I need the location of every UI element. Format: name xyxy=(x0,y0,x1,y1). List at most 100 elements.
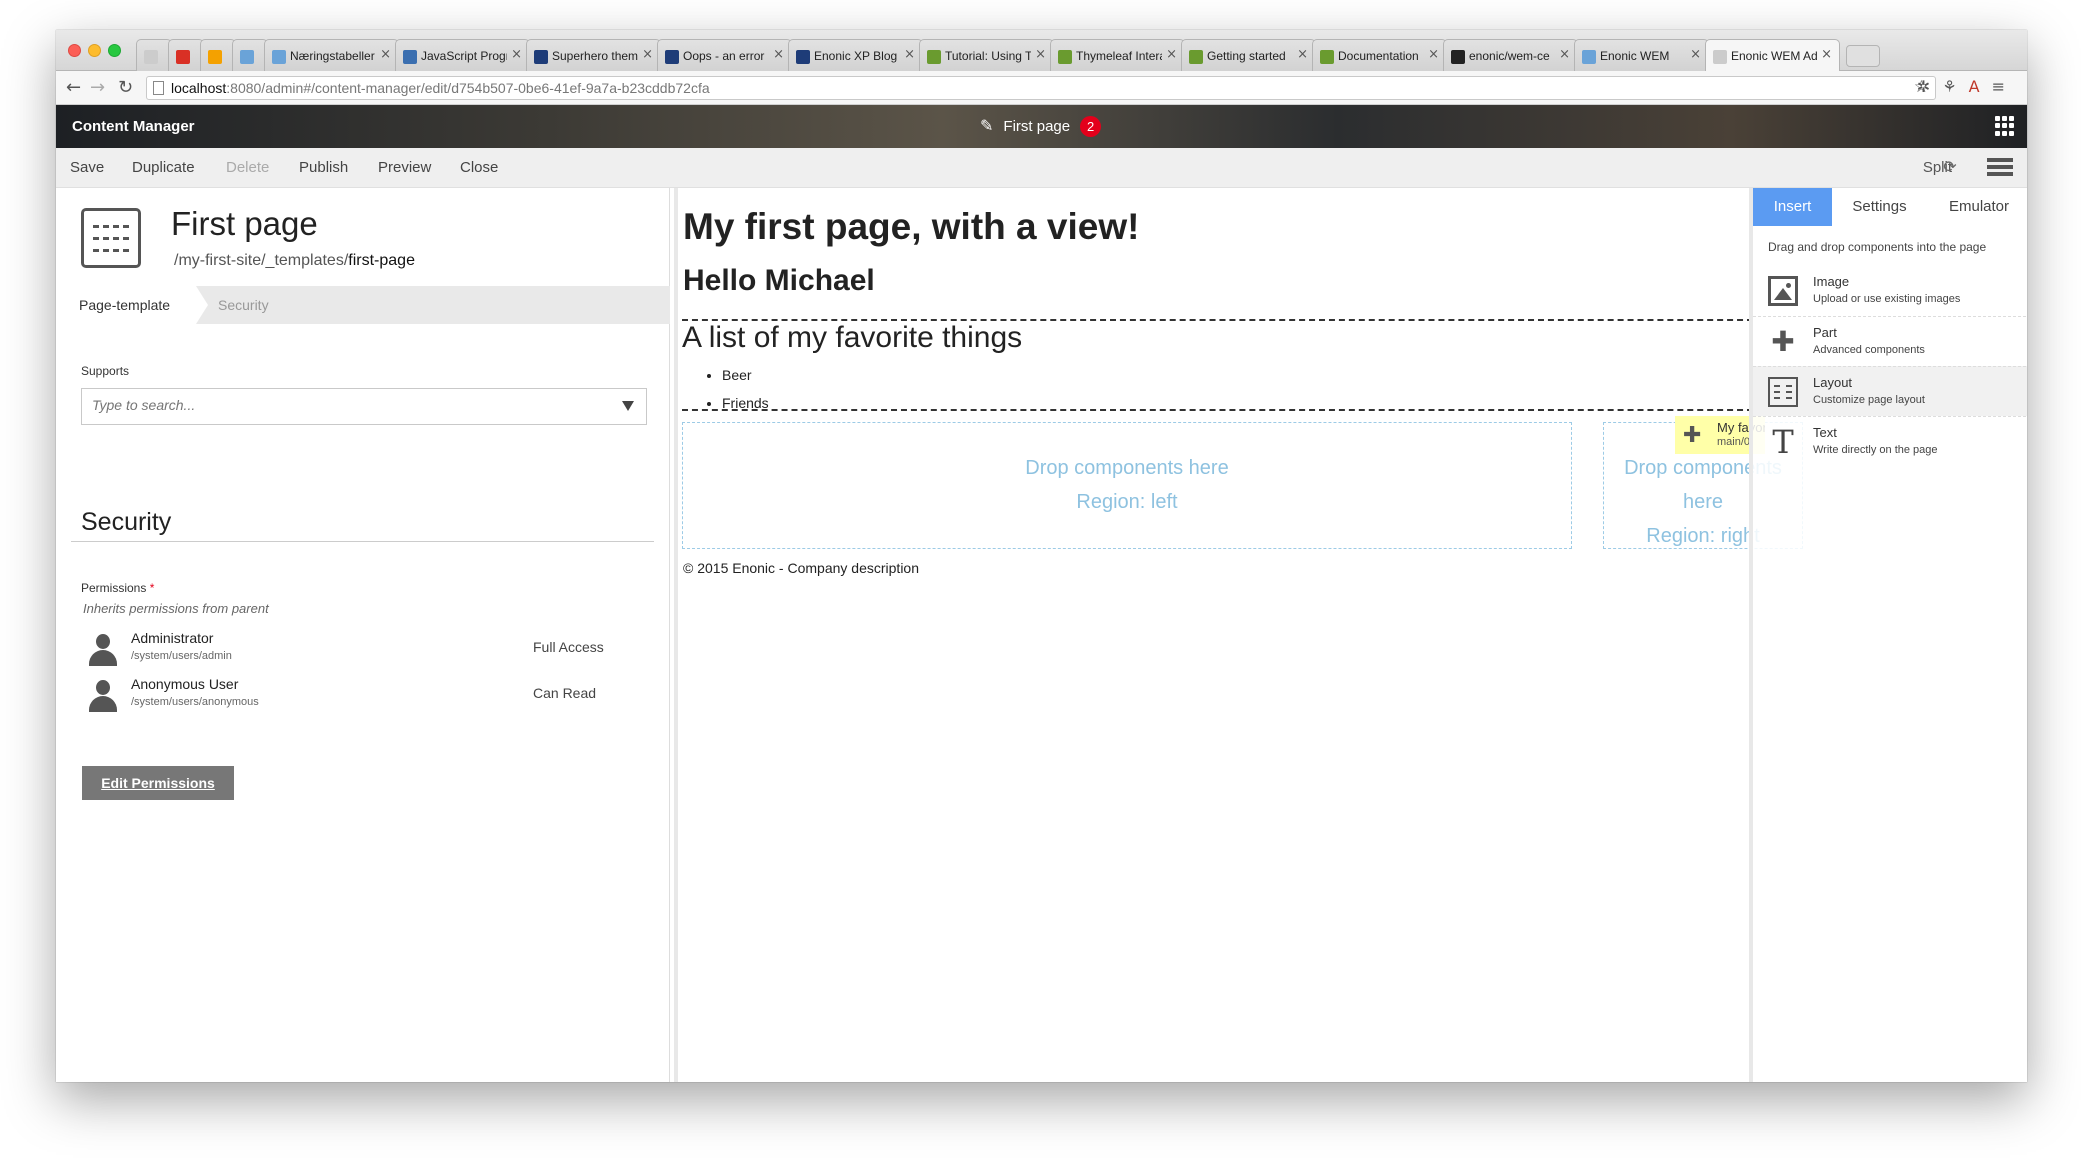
url-input[interactable]: localhost:8080/admin#/content-manager/ed… xyxy=(146,76,1936,100)
editing-title: First page xyxy=(1003,118,1071,135)
minimize-window-button[interactable] xyxy=(88,44,101,57)
tab-page-template[interactable]: Page-template xyxy=(56,286,208,324)
edit-permissions-button[interactable]: Edit Permissions xyxy=(82,766,234,800)
content-path: /my-first-site/_templates/first-page xyxy=(174,252,415,269)
refresh-icon[interactable]: ⟳ xyxy=(1940,157,1960,176)
tab-emulator[interactable]: Emulator xyxy=(1927,188,2027,226)
browser-tab[interactable]: Enonic XP Blog × xyxy=(788,39,923,71)
favicon-icon xyxy=(144,50,158,64)
app-name[interactable]: Content Manager xyxy=(72,118,195,135)
menu-icon[interactable] xyxy=(1987,158,2013,178)
supports-search-input[interactable] xyxy=(92,397,572,413)
browser-tab[interactable]: Superhero theme × xyxy=(526,39,661,71)
component-description: Customize page layout xyxy=(1813,394,1925,406)
list-item: Beer xyxy=(722,367,769,383)
pencil-icon: ✎ xyxy=(980,118,994,135)
insert-panel: Insert Settings Emulator Drag and drop c… xyxy=(1749,188,2027,1082)
new-tab-button[interactable] xyxy=(1846,45,1880,67)
browser-tab[interactable] xyxy=(232,39,268,71)
content-title[interactable]: First page xyxy=(171,205,318,243)
favicon-icon xyxy=(927,50,941,64)
component-image[interactable]: Image Upload or use existing images xyxy=(1753,266,2027,316)
favicon-icon xyxy=(1189,50,1203,64)
favorites-part[interactable]: A list of my favorite things Beer Friend… xyxy=(682,319,1753,411)
close-tab-icon[interactable]: × xyxy=(511,47,522,62)
footer-text: © 2015 Enonic - Company description xyxy=(683,560,919,576)
browser-tab[interactable]: Documentation × xyxy=(1312,39,1447,71)
close-tab-icon[interactable]: × xyxy=(1428,47,1439,62)
notification-badge[interactable]: 2 xyxy=(1080,116,1102,137)
browser-tab[interactable] xyxy=(200,39,236,71)
browser-tab-label: Getting started xyxy=(1207,49,1286,63)
browser-tab[interactable]: Oops - an error × xyxy=(657,39,792,71)
favicon-icon xyxy=(1582,50,1596,64)
extension-icons[interactable]: ✲⚘A≡ xyxy=(1917,77,2017,96)
close-tab-icon[interactable]: × xyxy=(1035,47,1046,62)
close-button[interactable]: Close xyxy=(460,159,498,176)
browser-tab[interactable]: Getting started × xyxy=(1181,39,1316,71)
image-icon xyxy=(1768,276,1798,306)
browser-tab[interactable]: JavaScript Progr × xyxy=(395,39,530,71)
access-level: Full Access xyxy=(533,639,604,655)
publish-button[interactable]: Publish xyxy=(299,159,348,176)
component-part[interactable]: ✚ Part Advanced components xyxy=(1753,316,2027,366)
security-section-title: Security xyxy=(81,508,172,536)
close-tab-icon[interactable]: × xyxy=(1821,47,1832,62)
browser-tab[interactable]: Tutorial: Using T × xyxy=(919,39,1054,71)
tab-security[interactable]: Security xyxy=(218,286,269,324)
browser-tab-label: Tutorial: Using T xyxy=(945,49,1031,63)
app-launcher-icon[interactable] xyxy=(1995,116,2015,136)
browser-tab[interactable] xyxy=(136,39,172,71)
favicon-icon xyxy=(1320,50,1334,64)
save-button[interactable]: Save xyxy=(70,159,104,176)
favicon-icon xyxy=(1058,50,1072,64)
supports-combobox[interactable] xyxy=(81,388,647,425)
favicon-icon xyxy=(796,50,810,64)
browser-tab[interactable]: enonic/wem-ce × xyxy=(1443,39,1578,71)
region-left-dropzone[interactable]: Drop components here Region: left xyxy=(682,422,1572,549)
component-description: Write directly on the page xyxy=(1813,444,1938,456)
duplicate-button[interactable]: Duplicate xyxy=(132,159,195,176)
delete-button[interactable]: Delete xyxy=(226,159,269,176)
component-name: Part xyxy=(1813,325,1837,340)
region-name: Region: left xyxy=(1076,491,1178,513)
form-tabs: Page-template Security xyxy=(56,286,670,324)
browser-tab-label: Documentation xyxy=(1338,49,1419,63)
browser-tab[interactable]: Næringstabeller × xyxy=(264,39,399,71)
favorites-title: A list of my favorite things xyxy=(682,321,1023,354)
back-arrow-icon[interactable]: ← xyxy=(66,77,81,98)
favicon-icon xyxy=(403,50,417,64)
close-tab-icon[interactable]: × xyxy=(1559,47,1570,62)
editing-indicator: ✎ First page 2 xyxy=(980,116,1102,137)
tab-insert[interactable]: Insert xyxy=(1753,188,1832,226)
component-text[interactable]: T Text Write directly on the page xyxy=(1753,416,2027,466)
preview-button[interactable]: Preview xyxy=(378,159,431,176)
preview-greeting[interactable]: Hello Michael xyxy=(683,264,875,298)
close-tab-icon[interactable]: × xyxy=(1690,47,1701,62)
close-tab-icon[interactable]: × xyxy=(1297,47,1308,62)
browser-tab[interactable] xyxy=(168,39,204,71)
browser-tab[interactable]: Enonic WEM × xyxy=(1574,39,1709,71)
maximize-window-button[interactable] xyxy=(108,44,121,57)
close-tab-icon[interactable]: × xyxy=(904,47,915,62)
principal-path: /system/users/anonymous xyxy=(131,696,259,708)
browser-tab-label: Enonic XP Blog xyxy=(814,49,898,63)
close-tab-icon[interactable]: × xyxy=(773,47,784,62)
preview-heading[interactable]: My first page, with a view! xyxy=(683,206,1139,248)
reload-icon[interactable]: ↻ xyxy=(118,77,133,98)
browser-tab[interactable]: Enonic WEM Adr × xyxy=(1705,39,1840,71)
component-layout[interactable]: Layout Customize page layout xyxy=(1753,366,2027,416)
browser-tab-label: Thymeleaf Intera xyxy=(1076,49,1162,63)
close-window-button[interactable] xyxy=(68,44,81,57)
close-tab-icon[interactable]: × xyxy=(642,47,653,62)
close-tab-icon[interactable]: × xyxy=(1166,47,1177,62)
browser-tab-label: Enonic WEM xyxy=(1600,49,1670,63)
browser-tab[interactable]: Thymeleaf Intera × xyxy=(1050,39,1185,71)
close-tab-icon[interactable]: × xyxy=(380,47,391,62)
component-description: Upload or use existing images xyxy=(1813,293,1961,305)
forward-arrow-icon[interactable]: → xyxy=(90,77,105,98)
dropdown-arrow-icon[interactable] xyxy=(622,401,634,411)
component-name: Image xyxy=(1813,274,1850,289)
principal-path: /system/users/admin xyxy=(131,650,232,662)
tab-settings[interactable]: Settings xyxy=(1832,188,1927,226)
